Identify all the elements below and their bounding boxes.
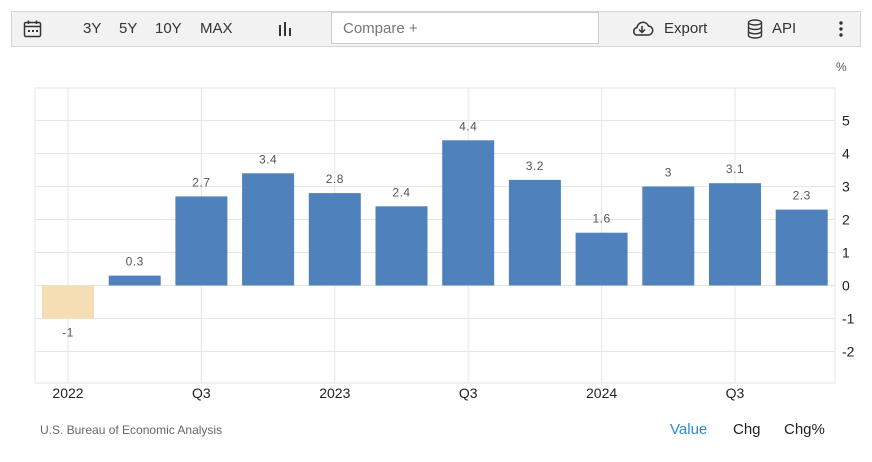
tab-chg[interactable]: Chg: [733, 421, 761, 438]
data-label: 3: [665, 166, 672, 180]
tab-value[interactable]: Value: [670, 421, 707, 438]
data-label: 2.3: [793, 189, 811, 203]
bar[interactable]: [375, 206, 428, 286]
bar[interactable]: [775, 209, 828, 286]
source-label: U.S. Bureau of Economic Analysis: [40, 423, 223, 437]
data-label: 3.4: [259, 152, 277, 166]
x-tick-label: Q3: [726, 385, 745, 401]
data-label: 0.3: [126, 255, 144, 269]
x-tick-label: Q3: [459, 385, 478, 401]
bar[interactable]: [108, 275, 161, 286]
bar[interactable]: [642, 186, 695, 286]
x-tick-label: 2022: [52, 385, 83, 401]
bar[interactable]: [508, 179, 561, 286]
bar[interactable]: [42, 285, 94, 319]
x-tick-label: 2024: [586, 385, 617, 401]
data-label: 2.8: [326, 172, 344, 186]
y-tick-label: 3: [842, 179, 850, 195]
data-label: 3.1: [726, 162, 744, 176]
x-tick-label: Q3: [192, 385, 211, 401]
chart: 5 4 3 2 1 0 -1 -2 2022 Q3 2023 Q3 2024 Q3 -1 0.3 2.7 3.4 2…: [34, 87, 855, 401]
y-tick-label: 4: [842, 146, 850, 162]
bar[interactable]: [242, 173, 295, 286]
y-tick-label: -2: [842, 344, 855, 360]
y-tick-label: 2: [842, 212, 850, 228]
y-tick-label: -1: [842, 311, 855, 327]
bar[interactable]: [442, 140, 495, 286]
data-label: 2.7: [192, 175, 210, 189]
x-tick-label: 2023: [319, 385, 350, 401]
data-label: -1: [62, 326, 74, 340]
y-tick-label: 5: [842, 113, 850, 129]
data-label: 1.6: [593, 212, 611, 226]
y-tick-label: 1: [842, 245, 850, 261]
tab-chg-percent[interactable]: Chg%: [784, 421, 825, 438]
bar[interactable]: [709, 183, 761, 286]
bar[interactable]: [175, 196, 228, 286]
bar[interactable]: [308, 193, 361, 286]
bar[interactable]: [575, 232, 628, 286]
y-tick-label: 0: [842, 278, 850, 294]
data-label: 2.4: [392, 185, 410, 199]
data-label: 3.2: [526, 159, 544, 173]
data-label: 4.4: [459, 119, 477, 133]
